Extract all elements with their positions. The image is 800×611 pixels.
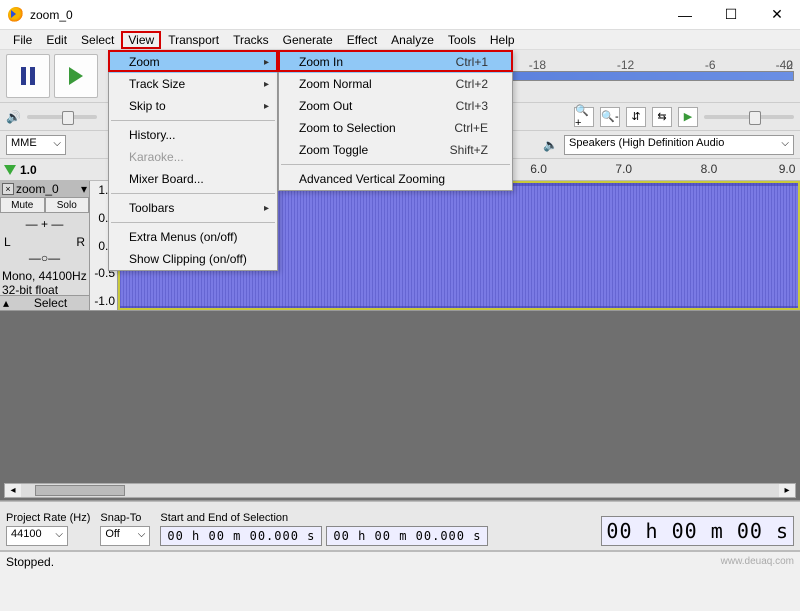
menuitem-history-[interactable]: History...	[109, 124, 277, 146]
playback-volume-slider[interactable]	[27, 115, 97, 119]
play-at-speed-button[interactable]: ▶	[678, 107, 698, 127]
menuitem-zoom-normal[interactable]: Zoom NormalCtrl+2	[279, 73, 512, 95]
maximize-button[interactable]: ☐	[708, 0, 754, 30]
menuitem-karaoke-[interactable]: Karaoke...	[109, 146, 277, 168]
tracks-empty-area: ◂ ▸	[0, 311, 800, 501]
menu-file[interactable]: File	[6, 31, 39, 49]
status-text: Stopped.	[6, 555, 54, 569]
zoom-submenu: Zoom InCtrl+1Zoom NormalCtrl+2Zoom OutCt…	[278, 50, 513, 191]
menuitem-track-size[interactable]: Track Size▸	[109, 73, 277, 95]
menu-edit[interactable]: Edit	[39, 31, 74, 49]
host-api-combo[interactable]: MME	[6, 135, 66, 155]
selection-end-time[interactable]: 00 h 00 m 00.000 s	[326, 526, 488, 546]
menu-analyze[interactable]: Analyze	[384, 31, 441, 49]
menuitem-extra-menus-on-off-[interactable]: Extra Menus (on/off)	[109, 226, 277, 248]
menuitem-zoom-to-selection[interactable]: Zoom to SelectionCtrl+E	[279, 117, 512, 139]
menu-transport[interactable]: Transport	[161, 31, 226, 49]
track-close-button[interactable]: ×	[2, 183, 14, 195]
menu-tools[interactable]: Tools	[441, 31, 483, 49]
menuitem-zoom-out[interactable]: Zoom OutCtrl+3	[279, 95, 512, 117]
app-icon	[8, 7, 24, 23]
play-button[interactable]	[54, 54, 98, 98]
scroll-thumb[interactable]	[35, 485, 125, 496]
selection-start-time[interactable]: 00 h 00 m 00.000 s	[160, 526, 322, 546]
view-dropdown: Zoom▸Track Size▸Skip to▸ History...Karaok…	[108, 50, 278, 271]
menuitem-zoom[interactable]: Zoom▸	[109, 51, 277, 73]
zoom-out-icon[interactable]: 🔍-	[600, 107, 620, 127]
snap-to-label: Snap-To	[100, 512, 150, 524]
menu-help[interactable]: Help	[483, 31, 522, 49]
menu-view[interactable]: View	[121, 31, 161, 49]
zoom-in-icon[interactable]: 🔍+	[574, 107, 594, 127]
menuitem-mixer-board-[interactable]: Mixer Board...	[109, 168, 277, 190]
horizontal-scrollbar[interactable]: ◂ ▸	[4, 483, 796, 498]
solo-button[interactable]: Solo	[45, 197, 90, 213]
menu-effect[interactable]: Effect	[340, 31, 384, 49]
ruler-start: 1.0	[20, 163, 37, 177]
menuitem-skip-to[interactable]: Skip to▸	[109, 95, 277, 117]
menuitem-toolbars[interactable]: Toolbars▸	[109, 197, 277, 219]
menuitem-advanced-vertical-zooming[interactable]: Advanced Vertical Zooming	[279, 168, 512, 190]
selection-range-label: Start and End of Selection	[160, 512, 488, 524]
project-rate-label: Project Rate (Hz)	[6, 512, 90, 524]
fit-project-icon[interactable]: ⇆	[652, 107, 672, 127]
menuitem-zoom-toggle[interactable]: Zoom ToggleShift+Z	[279, 139, 512, 161]
menuitem-zoom-in[interactable]: Zoom InCtrl+1	[279, 51, 512, 73]
play-speed-slider[interactable]	[704, 115, 794, 119]
track-name[interactable]: zoom_0	[16, 182, 79, 196]
output-device-combo[interactable]: Speakers (High Definition Audio	[564, 135, 794, 155]
scroll-left-button[interactable]: ◂	[5, 484, 21, 497]
track-control-panel[interactable]: × zoom_0 ▾ MuteSolo ― + ― LR ―○― Mono, 4…	[0, 181, 90, 310]
snap-to-combo[interactable]: Off	[100, 526, 150, 546]
audio-position-time[interactable]: 00 h 00 m 00 s	[601, 516, 794, 546]
watermark: www.deuaq.com	[721, 556, 794, 567]
mute-button[interactable]: Mute	[0, 197, 45, 213]
window-title: zoom_0	[30, 8, 662, 22]
track-menu-caret[interactable]: ▾	[81, 182, 87, 196]
track-collapse-caret[interactable]: ▴	[0, 296, 12, 310]
menuitem-show-clipping-on-off-[interactable]: Show Clipping (on/off)	[109, 248, 277, 270]
menu-select[interactable]: Select	[74, 31, 121, 49]
menubar: File Edit Select View Transport Tracks G…	[0, 30, 800, 50]
speaker-icon: 🔊	[6, 110, 21, 124]
project-rate-combo[interactable]: 44100	[6, 526, 68, 546]
output-icon: 🔈	[543, 138, 558, 152]
fit-selection-icon[interactable]: ⇵	[626, 107, 646, 127]
minimize-button[interactable]: ―	[662, 0, 708, 30]
menu-generate[interactable]: Generate	[276, 31, 340, 49]
track-select-button[interactable]: Select	[12, 296, 89, 310]
menu-tracks[interactable]: Tracks	[226, 31, 276, 49]
scroll-right-button[interactable]: ▸	[779, 484, 795, 497]
playhead-marker[interactable]	[4, 165, 16, 175]
close-button[interactable]: ✕	[754, 0, 800, 30]
pause-button[interactable]	[6, 54, 50, 98]
